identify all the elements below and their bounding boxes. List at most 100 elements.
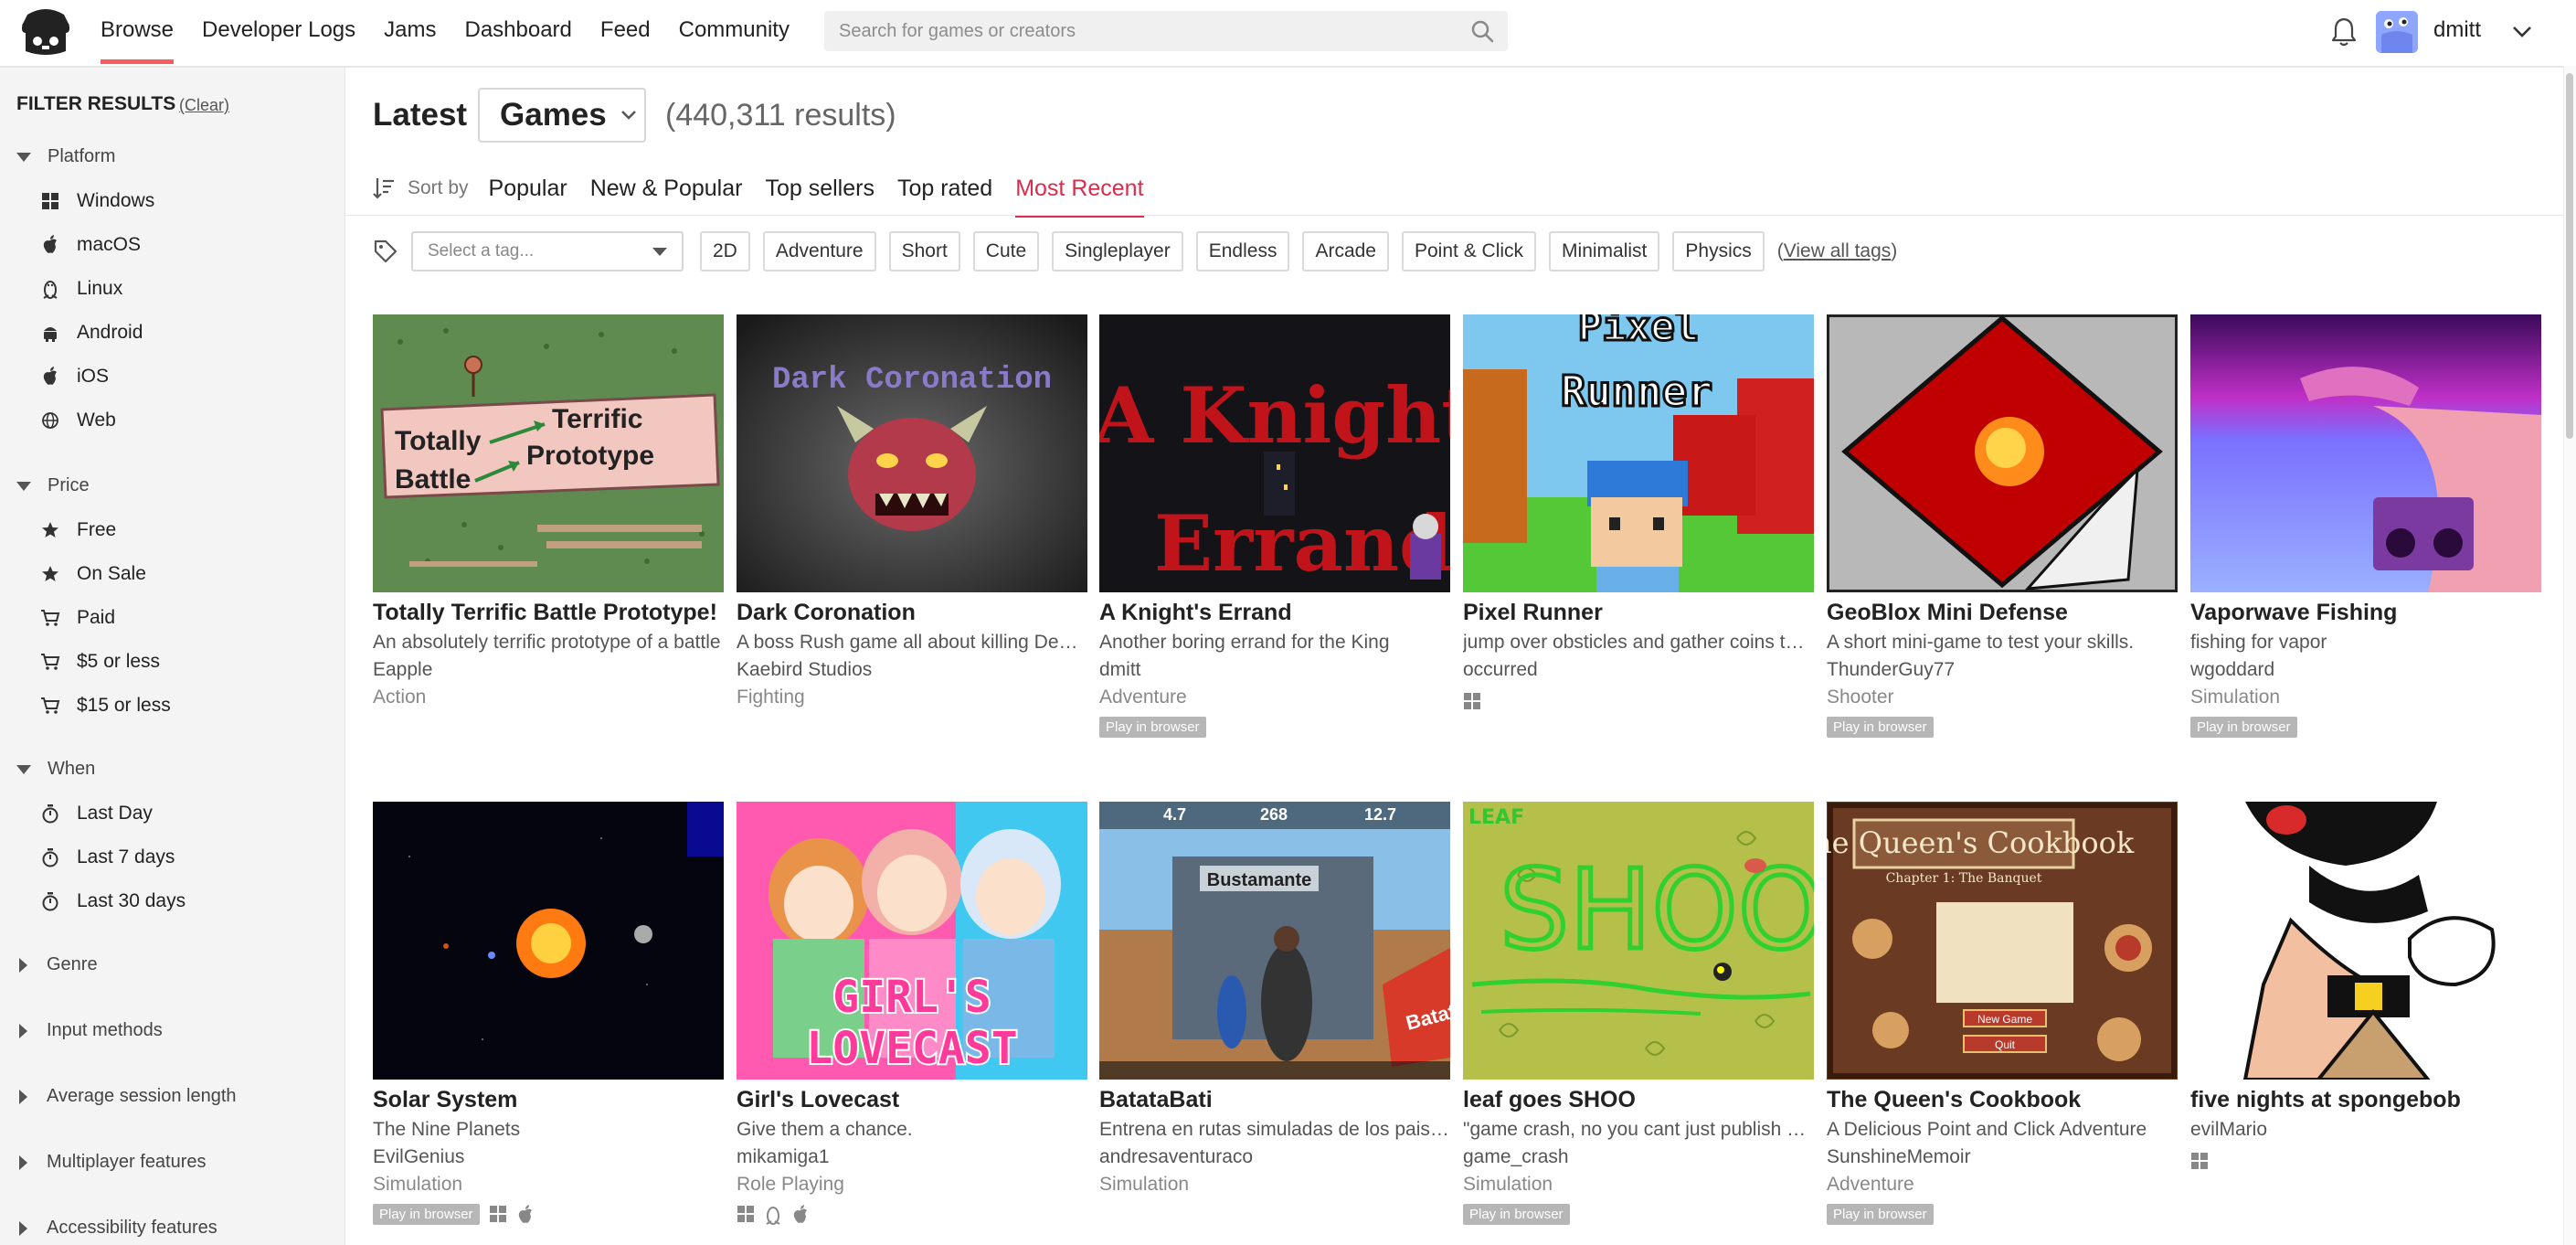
game-thumbnail[interactable] [373,802,724,1080]
game-title[interactable]: Solar System [373,1087,724,1113]
tag-endless[interactable]: Endless [1195,231,1290,271]
tag-singleplayer[interactable]: Singleplayer [1052,231,1183,271]
game-thumbnail[interactable] [1827,314,2178,592]
nav-jams[interactable]: Jams [384,0,436,64]
filter-web[interactable]: Web [40,410,116,431]
nav-developer-logs[interactable]: Developer Logs [202,0,355,64]
filter-macos[interactable]: macOS [40,234,141,256]
filter-paid[interactable]: Paid [40,607,115,629]
notification-bell-icon[interactable] [2330,16,2358,48]
game-author[interactable]: occurred [1463,659,1814,681]
filter-ios[interactable]: iOS [40,366,109,388]
collapsed-caret-icon [19,1023,27,1038]
game-author[interactable]: EvilGenius [373,1146,724,1168]
game-title[interactable]: GeoBlox Mini Defense [1827,600,2178,626]
sort-most-recent[interactable]: Most Recent [1015,165,1144,218]
filter-on-sale[interactable]: On Sale [40,563,146,585]
game-author[interactable]: mikamiga1 [737,1146,1087,1168]
game-title[interactable]: A Knight's Errand [1099,600,1450,626]
game-author[interactable]: wgoddard [2190,659,2541,681]
game-author[interactable]: game_crash [1463,1146,1814,1168]
tag-physics[interactable]: Physics [1672,231,1765,271]
game-thumbnail[interactable]: LEAF SHOO [1463,802,1814,1080]
type-dropdown[interactable]: Games [478,88,646,143]
apple-icon [40,367,60,387]
multiplayer-section-toggle[interactable]: Multiplayer features [16,1152,207,1173]
top-header: Browse Developer Logs Jams Dashboard Fee… [0,0,2576,68]
game-thumbnail[interactable]: GIRL'S LOVECAST [737,802,1087,1080]
game-title[interactable]: The Queen's Cookbook [1827,1087,2178,1113]
input-methods-section-toggle[interactable]: Input methods [16,1020,163,1041]
filter-last-7-days[interactable]: Last 7 days [40,846,175,868]
game-title[interactable]: Totally Terrific Battle Prototype! [373,600,724,626]
game-title[interactable]: Girl's Lovecast [737,1087,1087,1113]
game-thumbnail[interactable]: Pixel Runner [1463,314,1814,592]
clear-filters-link[interactable]: (Clear) [179,96,229,115]
when-section-toggle[interactable]: When [16,759,95,780]
search-input[interactable] [824,19,1469,43]
nav-community[interactable]: Community [679,0,790,64]
game-author[interactable]: dmitt [1099,659,1450,681]
tag-short[interactable]: Short [888,231,960,271]
game-title[interactable]: Dark Coronation [737,600,1087,626]
nav-feed[interactable]: Feed [600,0,651,64]
section-label: Input methods [47,1020,163,1040]
session-length-section-toggle[interactable]: Average session length [16,1086,237,1107]
tag-arcade[interactable]: Arcade [1302,231,1389,271]
itchio-logo-icon[interactable] [18,5,73,60]
tag-2d[interactable]: 2D [700,231,750,271]
game-title[interactable]: five nights at spongebob [2190,1087,2541,1113]
tag-minimalist[interactable]: Minimalist [1549,231,1660,271]
genre-section-toggle[interactable]: Genre [16,954,98,975]
sort-top-rated[interactable]: Top rated [897,165,992,212]
scrollbar-thumb[interactable] [2566,73,2573,439]
user-avatar[interactable] [2376,11,2418,53]
game-thumbnail[interactable]: The Queen's Cookbook Chapter 1: The Banq… [1827,802,2178,1080]
search-icon[interactable] [1469,18,1495,44]
filter-last-day[interactable]: Last Day [40,803,153,825]
game-genre: Shooter [1827,686,1894,708]
tag-adventure[interactable]: Adventure [762,231,876,271]
filter-linux[interactable]: Linux [40,278,122,300]
game-title[interactable]: leaf goes SHOO [1463,1087,1814,1113]
tag-select-dropdown[interactable]: Select a tag... [411,231,684,271]
game-author[interactable]: ThunderGuy77 [1827,659,2178,681]
view-all-tags-link[interactable]: (View all tags) [1777,240,1898,262]
game-author[interactable]: andresaventuraco [1099,1146,1450,1168]
game-thumbnail[interactable]: Totally Terrific Battle Prototype [373,314,724,592]
nav-browse[interactable]: Browse [101,0,175,64]
filter-android[interactable]: Android [40,322,143,344]
game-description: A Delicious Point and Click Adventure [1827,1119,2147,1140]
filter-last-30-days[interactable]: Last 30 days [40,890,186,912]
sort-new-popular[interactable]: New & Popular [590,165,743,212]
game-thumbnail[interactable] [2190,802,2541,1080]
filter-15-or-less[interactable]: $15 or less [40,695,171,717]
game-thumbnail[interactable] [2190,314,2541,592]
price-section-toggle[interactable]: Price [16,475,90,496]
game-thumbnail[interactable]: Bustamante 4.7 268 12.7 Batat [1099,802,1450,1080]
game-description: evilMario [2190,1119,2268,1140]
game-title[interactable]: Pixel Runner [1463,600,1814,626]
section-label: Accessibility features [47,1218,217,1238]
game-thumbnail[interactable]: A Knight' Errand [1099,314,1450,592]
filter-free[interactable]: Free [40,519,116,541]
nav-dashboard[interactable]: Dashboard [464,0,571,64]
filter-5-or-less[interactable]: $5 or less [40,651,160,673]
sort-popular[interactable]: Popular [489,165,567,212]
game-title[interactable]: BatataBati [1099,1087,1450,1113]
game-author[interactable]: SunshineMemoir [1827,1146,2178,1168]
game-author[interactable]: Eapple [373,659,724,681]
tag-point-click[interactable]: Point & Click [1402,231,1537,271]
accessibility-section-toggle[interactable]: Accessibility features [16,1218,217,1239]
filter-windows[interactable]: Windows [40,190,154,212]
platform-section-toggle[interactable]: Platform [16,146,115,167]
tag-cute[interactable]: Cute [972,231,1040,271]
game-author[interactable]: Kaebird Studios [737,659,1087,681]
sort-top-sellers[interactable]: Top sellers [765,165,875,212]
section-label: Genre [47,954,98,974]
game-thumbnail[interactable]: Dark Coronation [737,314,1087,592]
game-title[interactable]: Vaporwave Fishing [2190,600,2541,626]
chevron-down-icon[interactable] [2509,20,2535,44]
username[interactable]: dmitt [2433,17,2481,43]
game-description: jump over obsticles and gather coins to … [1463,632,1814,653]
